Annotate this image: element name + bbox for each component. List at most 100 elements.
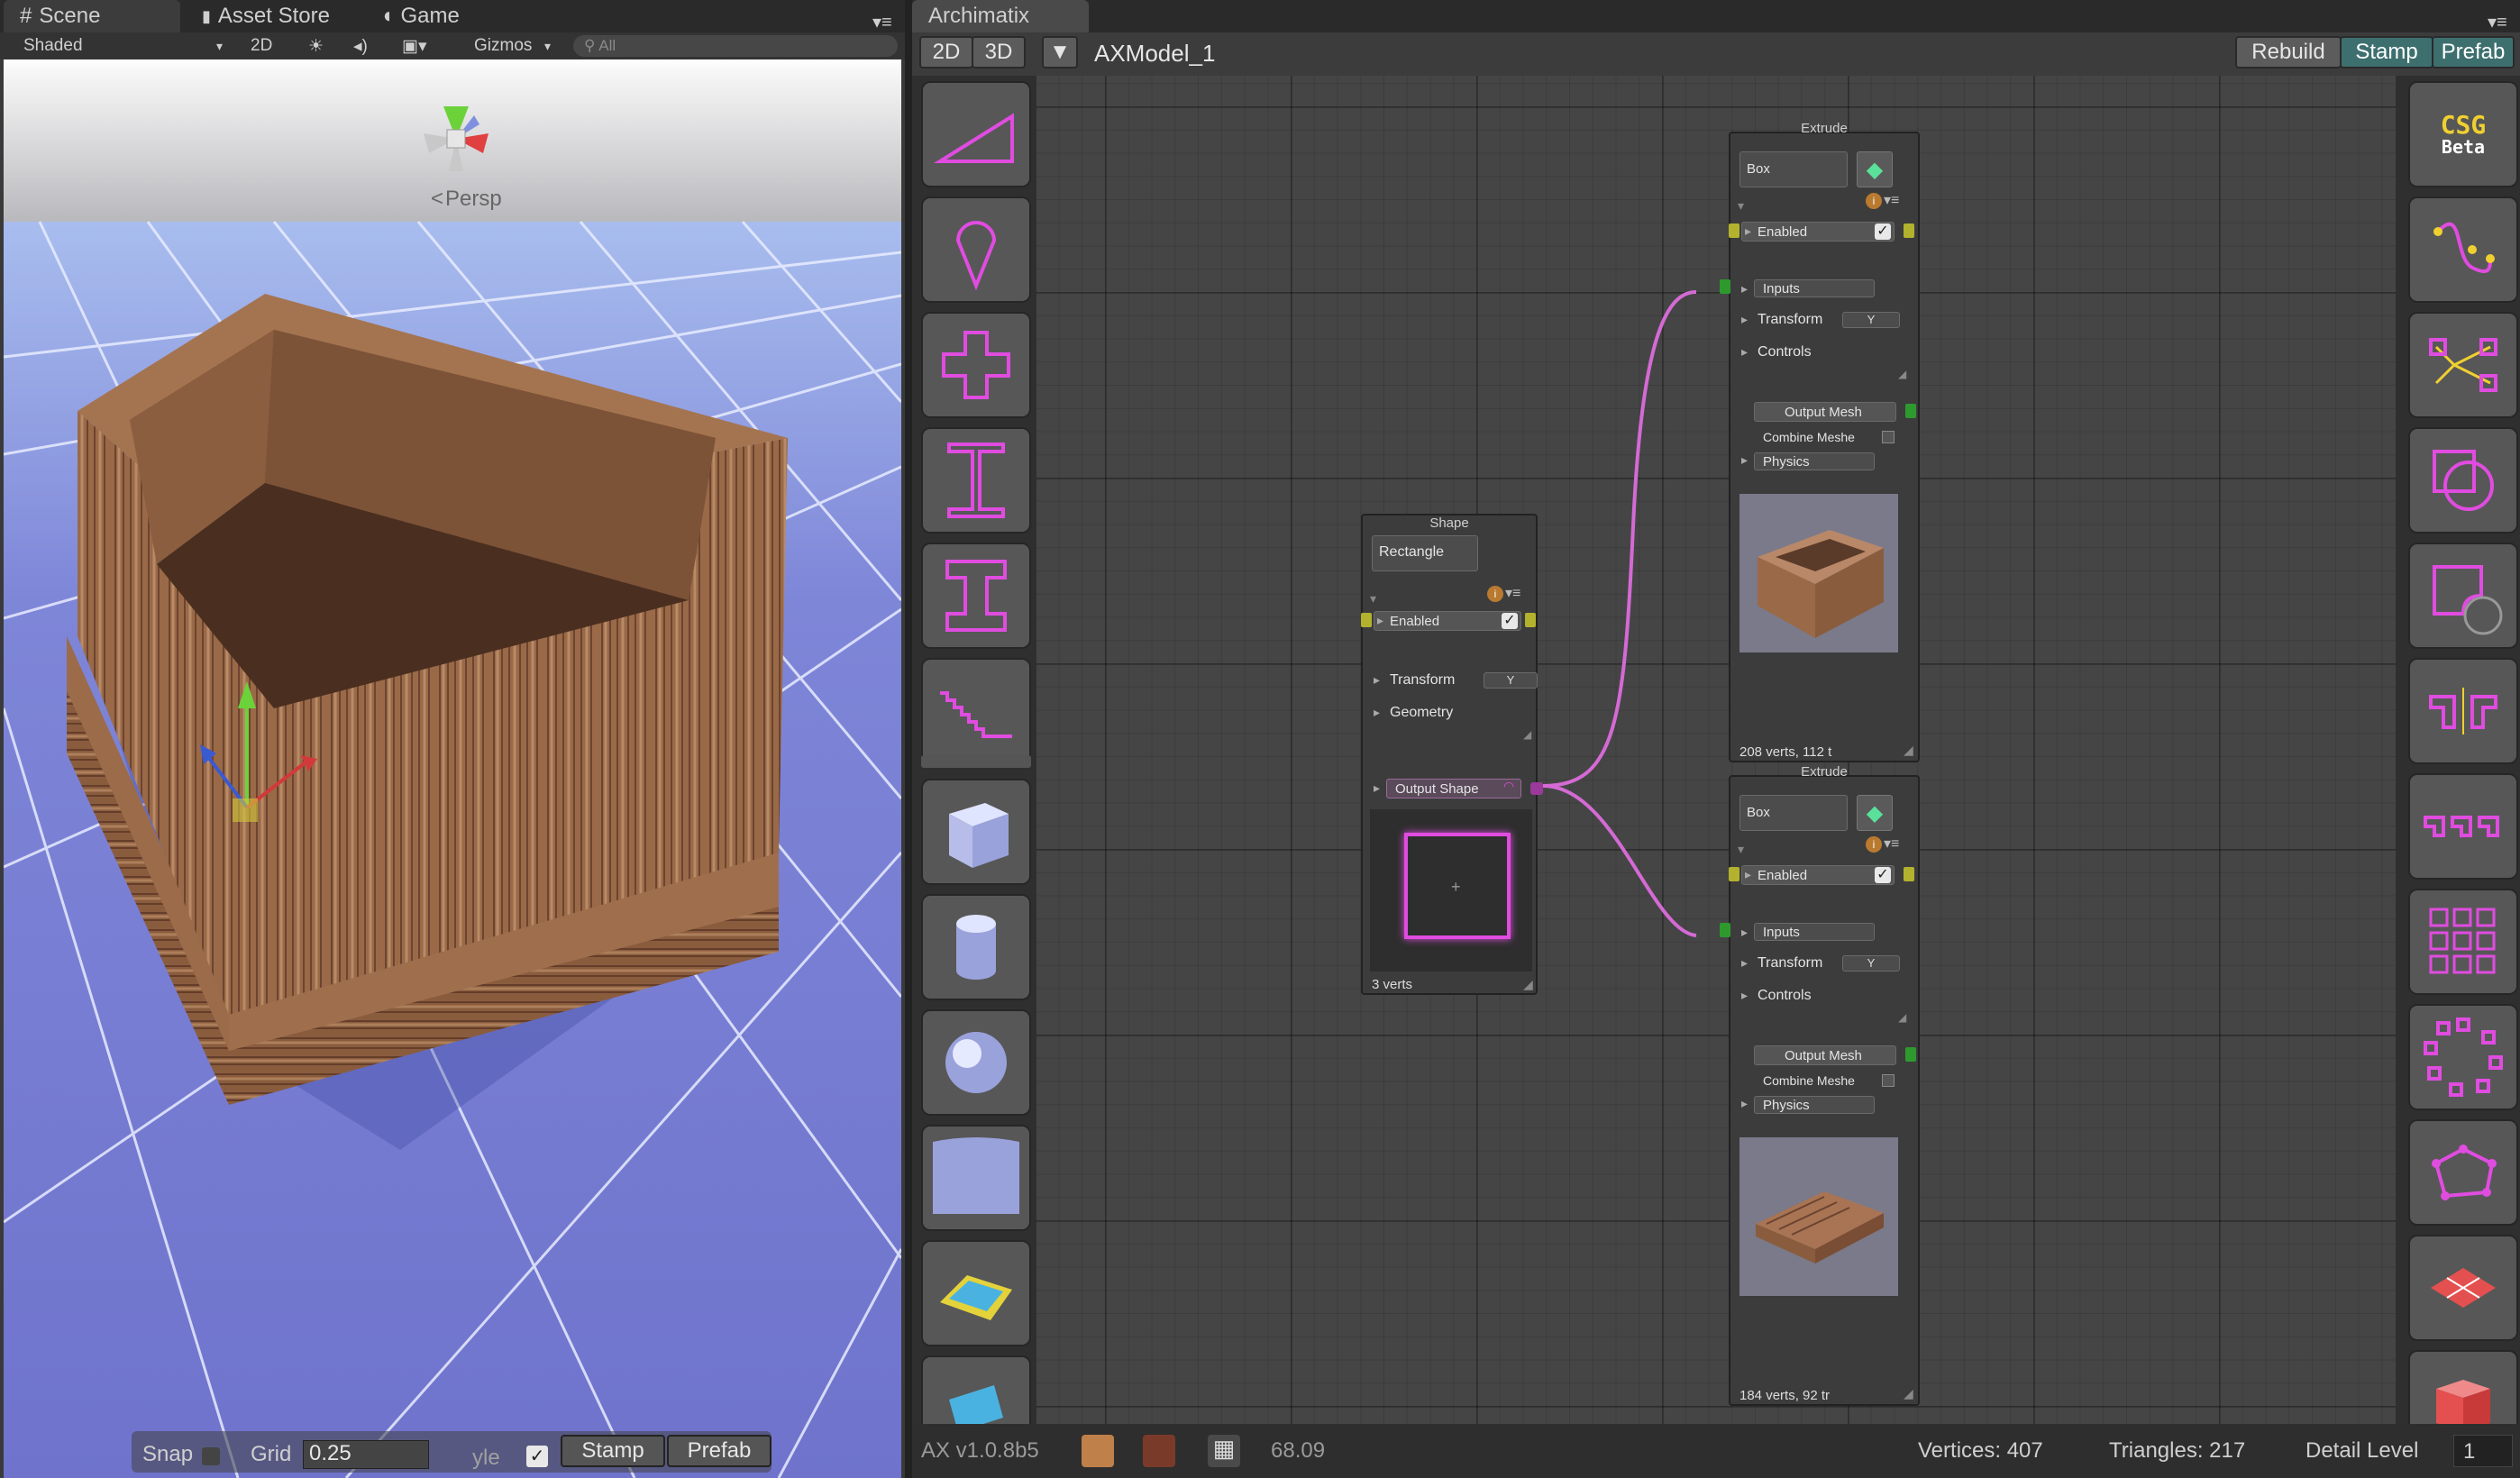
chevron-right-icon[interactable]: ▸	[1374, 705, 1380, 720]
rebuild-button[interactable]: Rebuild	[2235, 36, 2342, 68]
chevron-right-icon[interactable]: ▸	[1741, 1096, 1748, 1111]
tab-archimatix[interactable]: Archimatix	[912, 0, 1089, 32]
resize-handle-icon[interactable]: ◢	[1898, 1011, 1906, 1024]
stats-icon-2[interactable]	[1143, 1435, 1175, 1467]
connection-wire	[1542, 784, 1697, 937]
menu-icon[interactable]: ▾≡	[1884, 835, 1899, 853]
output-shape-port[interactable]	[1530, 782, 1543, 795]
view-2d-button[interactable]: 2D	[919, 36, 973, 68]
info-icon[interactable]: i	[1487, 586, 1503, 602]
image-icon[interactable]: ▣▾	[402, 36, 427, 57]
chevron-right-icon[interactable]: ▸	[1745, 867, 1751, 882]
enabled-port-out[interactable]	[1525, 613, 1536, 627]
resize-handle-icon[interactable]: ◢	[1904, 743, 1913, 758]
chevron-right-icon[interactable]: ▸	[1741, 312, 1748, 327]
resize-handle-icon[interactable]: ◢	[1523, 977, 1533, 992]
vertices-label: Vertices: 407	[1918, 1438, 2043, 1463]
output-mesh-port[interactable]	[1905, 1047, 1916, 1062]
gizmos-dropdown[interactable]: Gizmos	[474, 36, 532, 56]
dropdown-arrow-icon: ▾	[216, 39, 224, 53]
tab-scene[interactable]: # Scene	[4, 0, 180, 32]
chevron-right-icon[interactable]: ▸	[1741, 281, 1748, 297]
tab-game[interactable]: ◖ Game	[364, 0, 499, 32]
chevron-right-icon[interactable]: ▸	[1741, 452, 1748, 468]
version-label: AX v1.0.8b5	[921, 1438, 1039, 1463]
geometry-label: Geometry	[1390, 705, 1454, 720]
detail-level-input[interactable]: 1	[2453, 1435, 2513, 1467]
stats-icon-3[interactable]: ▦	[1208, 1435, 1240, 1467]
tab-asset-store[interactable]: ▮ Asset Store	[186, 0, 366, 32]
inputs-port[interactable]	[1720, 923, 1730, 937]
scene-prefab-button[interactable]: Prefab	[667, 1435, 772, 1467]
audio-icon[interactable]: ◂)	[353, 36, 368, 57]
scene-stamp-button[interactable]: Stamp	[561, 1435, 665, 1467]
extrude-node-2[interactable]: Extrude Box ◆ ▾ i ▾≡ ▸ Enabled ✓ ▸ Input…	[1720, 764, 1920, 1406]
enabled-port-out[interactable]	[1904, 867, 1914, 881]
chevron-down-icon: ▼	[1049, 40, 1071, 64]
extrude-type-label: Box	[1747, 804, 1770, 820]
sun-icon[interactable]: ☀	[308, 36, 324, 57]
enabled-checkbox[interactable]: ✓	[1875, 224, 1891, 240]
transform-axis-dropdown[interactable]: Y	[1484, 672, 1538, 689]
shape-node-title: Shape	[1429, 515, 1469, 531]
resize-handle-icon[interactable]: ◢	[1898, 368, 1906, 380]
gem-icon[interactable]: ◆	[1857, 151, 1893, 187]
shape-node[interactable]: Shape Rectangle i ▾≡ ▾ ▸ Enabled ✓ ▸ Tra…	[1361, 514, 1543, 995]
tab-archimatix-label: Archimatix	[928, 4, 1030, 28]
collapse-triangle-icon[interactable]: ▾	[1738, 842, 1744, 857]
scene-viewport[interactable]: Persp <	[4, 59, 901, 1478]
combine-meshes-checkbox[interactable]	[1882, 431, 1895, 443]
chevron-right-icon[interactable]: ▸	[1377, 613, 1383, 628]
view-3d-button[interactable]: 3D	[972, 36, 1026, 68]
resize-handle-icon[interactable]: ◢	[1904, 1386, 1913, 1401]
output-mesh-port[interactable]	[1905, 404, 1916, 418]
extrude-node-1[interactable]: Extrude Box ◆ ▾ i ▾≡ ▸ Enabled ✓ ▸ Input…	[1720, 121, 1920, 762]
panel-divider[interactable]	[905, 0, 912, 1478]
chevron-right-icon[interactable]: ▸	[1745, 224, 1751, 239]
projection-label[interactable]: Persp	[445, 187, 502, 211]
chevron-right-icon[interactable]: ▸	[1741, 955, 1748, 971]
gem-icon[interactable]: ◆	[1857, 795, 1893, 831]
grid-size-input[interactable]: 0.25	[303, 1440, 429, 1469]
combine-meshes-checkbox[interactable]	[1882, 1074, 1895, 1087]
scene-toolbar: Shaded ▾ 2D ☀ ◂) ▣▾ Gizmos ▾ ⚲ All	[0, 32, 905, 59]
enabled-port-in[interactable]	[1729, 224, 1739, 238]
toggle-2d-button[interactable]: 2D	[251, 36, 272, 56]
prefab-button[interactable]: Prefab	[2432, 36, 2515, 68]
info-icon[interactable]: i	[1866, 836, 1882, 853]
transform-axis-dropdown[interactable]: Y	[1842, 955, 1900, 972]
collapse-triangle-icon[interactable]: ▾	[1738, 198, 1744, 214]
ax-panel-menu-icon[interactable]: ▾≡	[2488, 11, 2507, 33]
node-graph-canvas[interactable]: CSG Beta Shape Rectangle i ▾≡ ▾ ▸ Enable…	[912, 76, 2520, 1424]
chevron-right-icon[interactable]: ▸	[1374, 672, 1380, 688]
stamp-button[interactable]: Stamp	[2340, 36, 2433, 68]
chevron-right-icon[interactable]: ▸	[1374, 780, 1380, 796]
transform-axis-value: Y	[1506, 673, 1515, 687]
transform-label: Transform	[1390, 672, 1456, 688]
transform-axis-dropdown[interactable]: Y	[1842, 312, 1900, 328]
enabled-checkbox[interactable]: ✓	[1502, 613, 1518, 629]
physics-label: Physics	[1763, 1097, 1810, 1113]
inputs-port[interactable]	[1720, 279, 1730, 294]
info-icon[interactable]: i	[1866, 193, 1882, 209]
transform-axis-value: Y	[1867, 956, 1876, 970]
enabled-port-out[interactable]	[1904, 224, 1914, 238]
menu-icon[interactable]: ▾≡	[1505, 584, 1520, 602]
menu-icon[interactable]: ▾≡	[1884, 191, 1899, 209]
snap-checkbox[interactable]	[202, 1447, 220, 1465]
enabled-port-in[interactable]	[1729, 867, 1739, 881]
scene-panel-menu-icon[interactable]: ▾≡	[872, 11, 892, 33]
enabled-port-in[interactable]	[1361, 613, 1372, 627]
enabled-checkbox[interactable]: ✓	[1875, 867, 1891, 883]
stats-icon-1[interactable]	[1082, 1435, 1114, 1467]
collapse-triangle-icon[interactable]: ▾	[1370, 591, 1376, 607]
scene-search-input[interactable]: ⚲ All	[573, 35, 898, 57]
shading-mode-dropdown[interactable]: Shaded	[23, 36, 83, 56]
model-dropdown-button[interactable]: ▼	[1042, 36, 1078, 68]
chevron-right-icon[interactable]: ▸	[1741, 925, 1748, 940]
chevron-right-icon[interactable]: ▸	[1741, 988, 1748, 1003]
resize-handle-icon[interactable]: ◢	[1523, 728, 1531, 741]
style-checkbox[interactable]: ✓	[526, 1446, 548, 1467]
shape-stats: 3 verts	[1372, 977, 1413, 992]
chevron-right-icon[interactable]: ▸	[1741, 344, 1748, 360]
